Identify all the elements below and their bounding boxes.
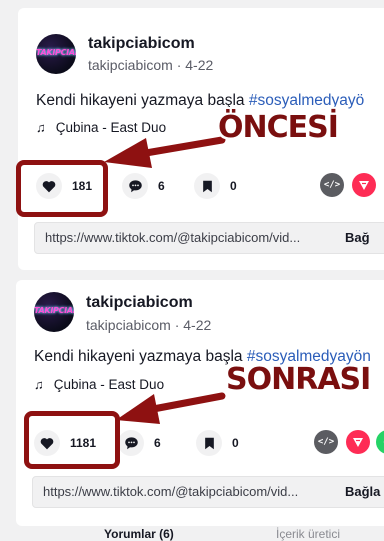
caption: Kendi hikayeni yazmaya başla #sosyalmedy… — [36, 92, 364, 110]
music-title: Çubina - East Duo — [53, 377, 165, 392]
avatar[interactable]: TAKIPCIABI — [36, 34, 76, 74]
embed-button[interactable]: </> — [320, 173, 344, 197]
embed-button[interactable]: </> — [314, 430, 338, 454]
avatar-logo-text: TAKIPCIABI — [34, 306, 74, 315]
whatsapp-button[interactable]: ✆ — [376, 430, 384, 454]
username[interactable]: takipciabicom — [86, 294, 193, 312]
save-button[interactable]: 0 — [194, 171, 237, 201]
music-title: Çubina - East Duo — [55, 120, 167, 135]
post-meta: takipciabicom · 4-22 — [88, 57, 214, 73]
send-icon — [359, 181, 369, 190]
save-count: 0 — [232, 436, 239, 450]
avatar[interactable]: TAKIPCIABI — [34, 292, 74, 332]
post-meta: takipciabicom · 4-22 — [86, 317, 212, 333]
comment-icon — [122, 173, 148, 199]
music-link[interactable]: ♫ Çubina - East Duo — [34, 377, 164, 392]
highlight-box-before — [16, 160, 108, 217]
save-count: 0 — [230, 179, 237, 193]
bookmark-icon — [194, 173, 220, 199]
avatar-logo-text: TAKIPCIABI — [36, 48, 76, 57]
annotation-label-after: SONRASI — [226, 362, 371, 397]
username[interactable]: takipciabicom — [88, 35, 195, 53]
comment-button[interactable]: 6 — [118, 428, 161, 458]
caption-text: Kendi hikayeni yazmaya başla — [36, 92, 249, 109]
annotation-label-before: ÖNCESİ — [218, 110, 339, 145]
copy-link-button[interactable]: Bağla — [345, 477, 380, 507]
bookmark-icon — [196, 430, 222, 456]
tab-creator[interactable]: İçerik üretici — [276, 527, 340, 541]
music-link[interactable]: ♫ Çubina - East Duo — [36, 120, 166, 135]
embed-icon: </> — [323, 180, 341, 190]
send-button[interactable] — [352, 173, 376, 197]
music-note-icon: ♫ — [36, 120, 46, 135]
embed-icon: </> — [317, 437, 335, 447]
comment-count: 6 — [158, 179, 165, 193]
caption-text: Kendi hikayeni yazmaya başla — [34, 348, 247, 365]
send-button[interactable] — [346, 430, 370, 454]
highlight-box-after — [24, 411, 120, 469]
video-url[interactable]: https://www.tiktok.com/@takipciabicom/vi… — [45, 223, 300, 253]
comment-count: 6 — [154, 436, 161, 450]
send-icon — [353, 438, 363, 447]
comment-button[interactable]: 6 — [122, 171, 165, 201]
music-note-icon: ♫ — [34, 377, 44, 392]
video-url[interactable]: https://www.tiktok.com/@takipciabicom/vi… — [43, 477, 298, 507]
copy-link-button[interactable]: Bağ — [345, 223, 370, 253]
post-card-after: TAKIPCIABI takipciabicom takipciabicom ·… — [16, 280, 384, 526]
comment-icon — [118, 430, 144, 456]
link-bar: https://www.tiktok.com/@takipciabicom/vi… — [32, 476, 384, 508]
hashtag-link[interactable]: #sosyalmedyayö — [249, 92, 364, 109]
tab-comments[interactable]: Yorumlar (6) — [104, 527, 174, 541]
link-bar: https://www.tiktok.com/@takipciabicom/vi… — [34, 222, 384, 254]
save-button[interactable]: 0 — [196, 428, 239, 458]
